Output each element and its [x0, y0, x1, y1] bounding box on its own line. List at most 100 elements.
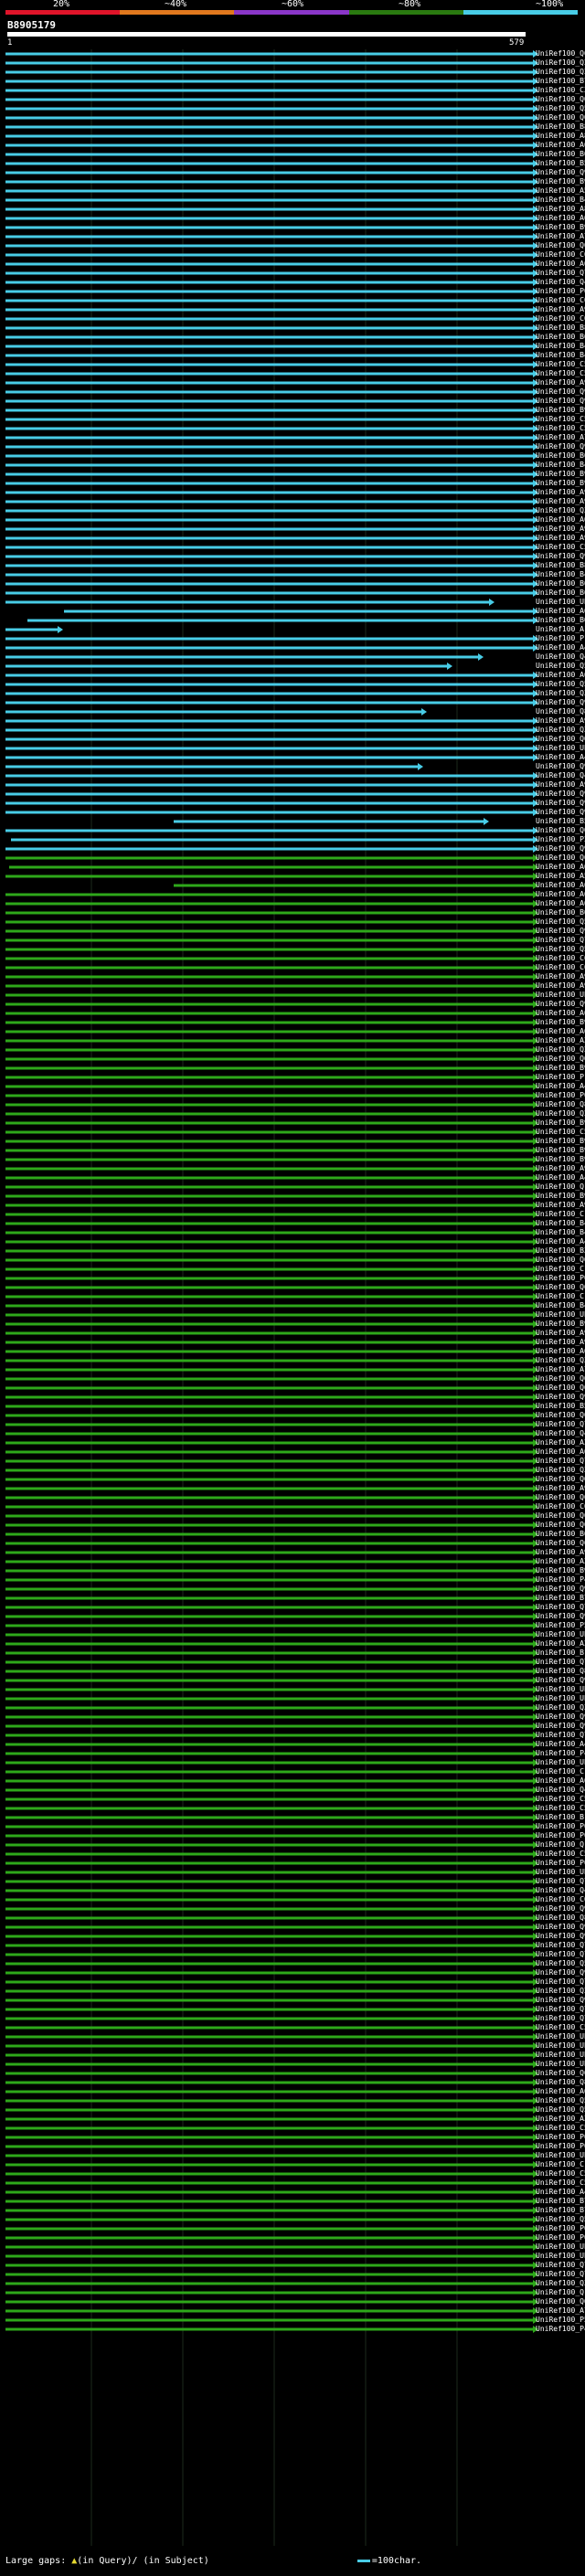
hit-label[interactable]: UniRef100_C5XPH6 — [536, 1128, 585, 1137]
hit-label[interactable]: UniRef100_B8LM09 — [536, 323, 585, 333]
hit-label[interactable]: UniRef100_P05064 — [536, 2133, 585, 2142]
hit-label[interactable]: UniRef100_C0PS67 — [536, 250, 585, 260]
hit-label[interactable]: UniRef100_B1FT37 — [536, 1648, 585, 1658]
hit-label[interactable]: UniRef100_Q2PEA4 — [536, 58, 585, 68]
hit-label[interactable]: UniRef100_B4FWP0 — [536, 1228, 585, 1237]
hit-label[interactable]: UniRef100_Q1AXJ0 — [536, 1182, 585, 1192]
hit-label[interactable]: UniRef100_Q7GBH4 — [536, 2261, 585, 2270]
hit-label[interactable]: UniRef100_Q6T7W6 — [536, 49, 585, 58]
hit-label[interactable]: UniRef100_B6T165 — [536, 333, 585, 342]
hit-label[interactable]: UniRef100_B9GRB7 — [536, 1155, 585, 1164]
hit-label[interactable]: UniRef100_C1EC02 — [536, 1767, 585, 1776]
hit-label[interactable]: UniRef100_B0FPD8 — [536, 150, 585, 159]
hit-label[interactable]: UniRef100_A6PJ53 — [536, 899, 585, 908]
hit-label[interactable]: UniRef100_UP1000... — [536, 2242, 585, 2252]
hit-label[interactable]: UniRef100_A5BDH7 — [536, 186, 585, 196]
hit-label[interactable]: UniRef100_A2C318 — [536, 1438, 585, 1447]
hit-label[interactable]: UniRef100_P08440 — [536, 1274, 585, 1283]
hit-label[interactable]: UniRef100_Q9XKH4 — [536, 1393, 585, 1402]
hit-label[interactable]: UniRef100_Q9440Q — [536, 387, 585, 397]
hit-label[interactable]: UniRef100_Q46LE8 — [536, 1429, 585, 1438]
hit-label[interactable]: UniRef100_A4RRU1 — [536, 753, 585, 762]
hit-label[interactable]: UniRef100_P46257 — [536, 1575, 585, 1585]
hit-label[interactable]: UniRef100_A9RC76 — [536, 488, 585, 497]
hit-label[interactable]: UniRef100_Q2WFX8 — [536, 1045, 585, 1055]
hit-label[interactable]: UniRef100_Q96BW1 — [536, 1612, 585, 1621]
hit-label[interactable]: UniRef100_Q52HC6 — [536, 1959, 585, 1968]
hit-label[interactable]: UniRef100_Q9M4M9 — [536, 844, 585, 853]
hit-label[interactable]: UniRef100_Q4Z2F2 — [536, 652, 585, 662]
hit-label[interactable]: UniRef100_C0JAB6 — [536, 1502, 585, 1511]
hit-label[interactable]: UniRef100_Q7YWK3 — [536, 1977, 585, 1987]
hit-label[interactable]: UniRef100_Q122C2 — [536, 2288, 585, 2297]
hit-label[interactable]: UniRef100_P04075 — [536, 2142, 585, 2151]
hit-label[interactable]: UniRef100_B9HKB4 — [536, 1146, 585, 1155]
hit-label[interactable]: UniRef100_A2BN48 — [536, 1639, 585, 1648]
hit-label[interactable]: UniRef100_C5L831 — [536, 1795, 585, 1804]
hit-label[interactable]: UniRef100_Q6XRQ1 — [536, 1383, 585, 1393]
hit-label[interactable]: UniRef100_C1J960 — [536, 1210, 585, 1219]
hit-label[interactable]: UniRef100_C5LJK3 — [536, 1850, 585, 1859]
hit-label[interactable]: UniRef100_C5LU33 — [536, 2023, 585, 2032]
hit-label[interactable]: UniRef100_Q8JH72 — [536, 1913, 585, 1923]
hit-label[interactable]: UniRef100_Q52QQ4 — [536, 104, 585, 113]
hit-label[interactable]: UniRef100_Q3HY45 — [536, 2279, 585, 2288]
hit-label[interactable]: UniRef100_A4GDL6 — [536, 1082, 585, 1091]
hit-label[interactable]: UniRef100_Q9R5N7 — [536, 1676, 585, 1685]
hit-label[interactable]: UniRef100_A6P9L3 — [536, 890, 585, 899]
hit-label[interactable]: UniRef100_UP1000... — [536, 1685, 585, 1694]
hit-label[interactable]: UniRef100_B9T5T6 — [536, 1018, 585, 1027]
hit-label[interactable]: UniRef100_B4MUM5 — [536, 351, 585, 360]
hit-label[interactable]: UniRef100_Q9HPE1 — [536, 808, 585, 817]
hit-label[interactable]: UniRef100_C1J959 — [536, 1292, 585, 1301]
hit-label[interactable]: UniRef100_A6Q2A1 — [536, 1009, 585, 1018]
hit-label[interactable]: UniRef100_C3VVN9 — [536, 86, 585, 95]
hit-label[interactable]: UniRef100_Q7GB10 — [536, 2005, 585, 2014]
hit-label[interactable]: UniRef100_Q7M699 — [536, 1603, 585, 1612]
hit-label[interactable]: UniRef100_B9SZF9 — [536, 177, 585, 186]
hit-label[interactable]: UniRef100_B4PFT1 — [536, 1219, 585, 1228]
hit-label[interactable]: UniRef100_A2XUB6 — [536, 1036, 585, 1045]
hit-label[interactable]: UniRef100_Q38JH2 — [536, 506, 585, 515]
hit-label[interactable]: UniRef100_Q39WS2 — [536, 689, 585, 698]
hit-label[interactable]: UniRef100_P53446 — [536, 1621, 585, 1630]
hit-label[interactable]: UniRef100_Q59RR7 — [536, 2105, 585, 2115]
hit-label[interactable]: UniRef100_P0356S — [536, 287, 585, 296]
hit-label[interactable]: UniRef100_A8YJ44 — [536, 205, 585, 214]
hit-label[interactable]: UniRef100_Q9W0C4 — [536, 1923, 585, 1932]
hit-label[interactable]: UniRef100_A6SVF3 — [536, 1447, 585, 1457]
hit-label[interactable]: UniRef100_B6T7D4 — [536, 451, 585, 461]
hit-label[interactable]: UniRef100_B8AJB4 — [536, 561, 585, 570]
hit-label[interactable]: UniRef100_Q15937 — [536, 1840, 585, 1850]
hit-label[interactable]: UniRef100_B4FT75 — [536, 342, 585, 351]
hit-label[interactable]: UniRef100_Q01S17 — [536, 113, 585, 122]
hit-label[interactable]: UniRef100_Q7GBB7 — [536, 1877, 585, 1886]
hit-label[interactable]: UniRef100_B4FR47 — [536, 461, 585, 470]
hit-label[interactable]: UniRef100_Q5R1V4 — [536, 2215, 585, 2224]
hit-label[interactable]: UniRef100_B9SJY9 — [536, 470, 585, 479]
hit-label[interactable]: UniRef100_B9SWA4 — [536, 1118, 585, 1128]
hit-label[interactable]: UniRef100_Q9D2D5 — [536, 168, 585, 177]
hit-label[interactable]: UniRef100_Q80X55 — [536, 1667, 585, 1676]
hit-label[interactable]: UniRef100_C5LJL8 — [536, 2178, 585, 2188]
hit-label[interactable]: UniRef100_UP1000... — [536, 1694, 585, 1703]
hit-label[interactable]: UniRef100_C5ZMS1 — [536, 2169, 585, 2178]
hit-label[interactable]: UniRef100_A6ULL8 — [536, 1776, 585, 1786]
hit-label[interactable]: UniRef100_B9RHD4 — [536, 223, 585, 232]
hit-label[interactable]: UniRef100_Q53P96 — [536, 680, 585, 689]
hit-label[interactable]: UniRef100_Q6RJ32 — [536, 1493, 585, 1502]
hit-label[interactable]: UniRef100_B0YQ22 — [536, 616, 585, 625]
hit-label[interactable]: UniRef100_C5Y508 — [536, 360, 585, 369]
hit-label[interactable]: UniRef100_A1BQW8 — [536, 625, 585, 634]
hit-label[interactable]: UniRef100_P10596 — [536, 634, 585, 643]
hit-label[interactable]: UniRef100_Q6YUJ2 — [536, 1521, 585, 1530]
hit-label[interactable]: UniRef100_A9SK58 — [536, 981, 585, 991]
hit-label[interactable]: UniRef100_UP1000... — [536, 744, 585, 753]
hit-label[interactable]: UniRef100_Q38MV4 — [536, 1466, 585, 1475]
hit-label[interactable]: UniRef100_Q8W408 — [536, 1100, 585, 1109]
hit-label[interactable]: UniRef100_UP1000... — [536, 2041, 585, 2051]
hit-label[interactable]: UniRef100_P05065 — [536, 1831, 585, 1840]
hit-label[interactable]: UniRef100_C5TIW0 — [536, 424, 585, 433]
hit-label[interactable]: UniRef100_UP1000... — [536, 2151, 585, 2160]
hit-label[interactable]: UniRef100_A4AN83 — [536, 643, 585, 652]
